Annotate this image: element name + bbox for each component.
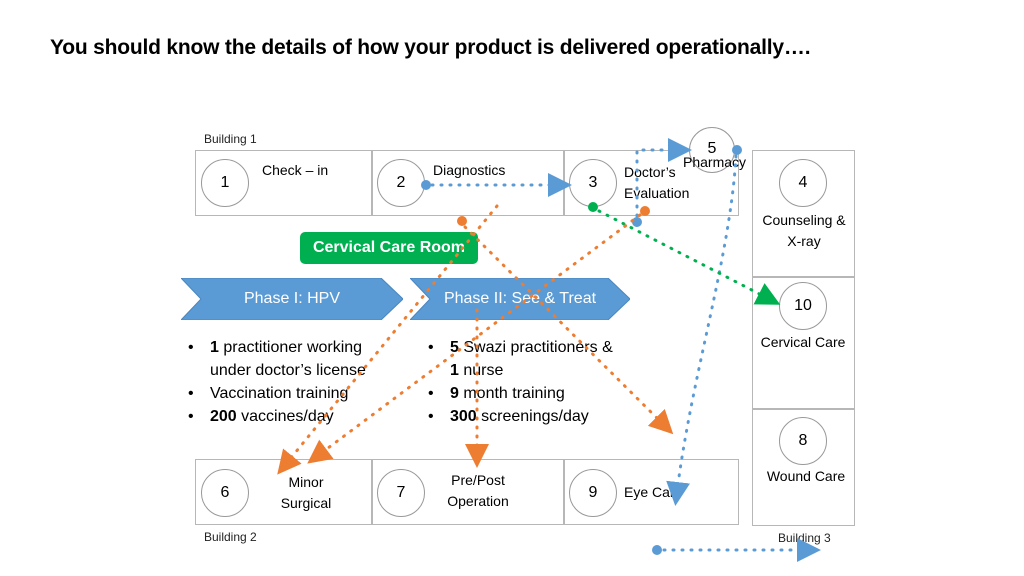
- bullet-item: 1 nurse: [450, 362, 504, 379]
- room-8-label: Wound Care: [766, 468, 846, 484]
- slide-title: You should know the details of how your …: [50, 36, 811, 59]
- room-4-number: 4: [779, 159, 827, 207]
- building-3-label: Building 3: [778, 531, 831, 545]
- room-2-number: 2: [377, 159, 425, 207]
- room-10-label: Cervical Care: [760, 334, 846, 350]
- phase-1-chevron: Phase I: HPV: [181, 278, 403, 320]
- room-4-label: Counseling & X-ray: [762, 212, 846, 249]
- building-2-label: Building 2: [204, 530, 257, 544]
- room-8-number: 8: [779, 417, 827, 465]
- building-1-label: Building 1: [204, 132, 257, 146]
- bullet-item: 300 screenings/day: [424, 405, 613, 428]
- phase-1-label: Phase I: HPV: [243, 290, 341, 307]
- bullet-item: 5 Swazi practitioners &: [424, 336, 613, 359]
- room-6-number: 6: [201, 469, 249, 517]
- room-1-number: 1: [201, 159, 249, 207]
- bullet-item: 1 practitioner working: [184, 336, 366, 359]
- phase-2-label: Phase II: See & Treat: [443, 290, 597, 307]
- room-1-label: Check – in: [262, 162, 329, 178]
- bullet-item: 9 month training: [424, 382, 613, 405]
- room-5-label: Pharmacy: [683, 154, 747, 170]
- phase-2-bullets: 5 Swazi practitioners & 1 nurse 9 month …: [424, 336, 613, 428]
- path-start-dot: [632, 217, 642, 227]
- bullet-item: under doctor’s license: [210, 362, 366, 379]
- room-9-label: Eye Care: [624, 484, 683, 500]
- path-start-dot: [652, 545, 662, 555]
- bullet-item: Vaccination training: [184, 382, 366, 405]
- cervical-care-room-button[interactable]: Cervical Care Room: [300, 232, 478, 264]
- phase-1-bullets: 1 practitioner working under doctor’s li…: [184, 336, 366, 428]
- room-7-number: 7: [377, 469, 425, 517]
- bullet-item: 200 vaccines/day: [184, 405, 366, 428]
- room-10-number: 10: [779, 282, 827, 330]
- room-9-number: 9: [569, 469, 617, 517]
- path-start-dot: [457, 216, 467, 226]
- room-2-label: Diagnostics: [433, 162, 506, 178]
- room-6-label: Minor Surgical: [280, 474, 332, 511]
- phase-2-chevron: Phase II: See & Treat: [410, 278, 630, 320]
- room-7-label: Pre/Post Operation: [447, 472, 509, 509]
- room-3-number: 3: [569, 159, 617, 207]
